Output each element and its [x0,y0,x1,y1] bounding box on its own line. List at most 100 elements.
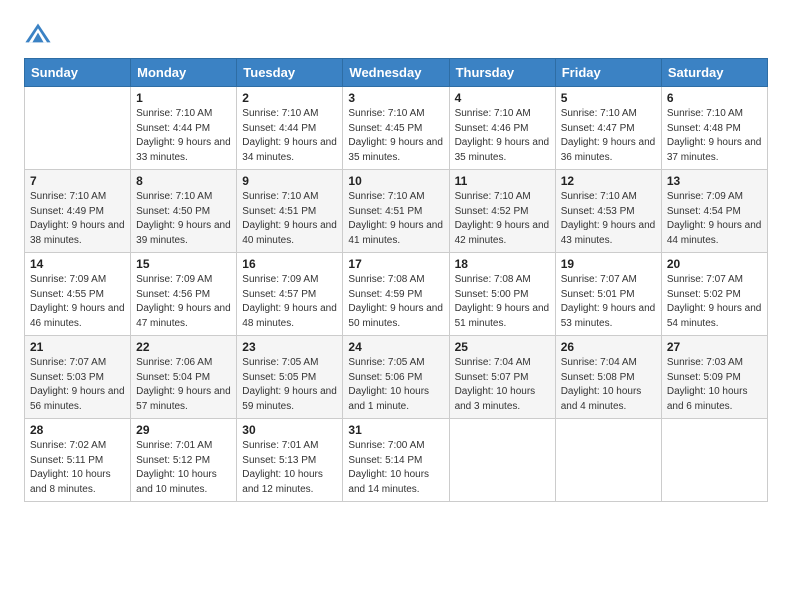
day-info: Sunrise: 7:09 AMSunset: 4:54 PMDaylight:… [667,190,762,248]
day-cell: 23 Sunrise: 7:05 AMSunset: 5:05 PMDayligh… [237,336,343,419]
day-cell: 16 Sunrise: 7:09 AMSunset: 4:57 PMDayligh… [237,253,343,336]
header-day-sunday: Sunday [25,59,131,87]
day-number: 7 [30,174,125,188]
day-cell: 29 Sunrise: 7:01 AMSunset: 5:12 PMDayligh… [131,419,237,502]
header [24,20,768,48]
week-row-1: 7 Sunrise: 7:10 AMSunset: 4:49 PMDaylight… [25,170,768,253]
day-cell: 19Sunrise: 7:07 AMSunset: 5:01 PMDayligh… [555,253,661,336]
day-number: 11 [455,174,550,188]
day-info: Sunrise: 7:08 AMSunset: 5:00 PMDaylight:… [455,273,550,331]
day-info: Sunrise: 7:10 AMSunset: 4:50 PMDaylight:… [136,190,231,248]
calendar-header: SundayMondayTuesdayWednesdayThursdayFrid… [25,59,768,87]
day-number: 6 [667,91,762,105]
day-number: 17 [348,257,443,271]
logo-icon [24,20,52,48]
day-info: Sunrise: 7:10 AMSunset: 4:44 PMDaylight:… [136,107,231,165]
day-number: 4 [455,91,550,105]
page: SundayMondayTuesdayWednesdayThursdayFrid… [0,0,792,522]
header-day-thursday: Thursday [449,59,555,87]
day-number: 31 [348,423,443,437]
day-cell: 18 Sunrise: 7:08 AMSunset: 5:00 PMDayligh… [449,253,555,336]
day-cell: 3Sunrise: 7:10 AMSunset: 4:45 PMDaylight… [343,87,449,170]
day-cell: 6 Sunrise: 7:10 AMSunset: 4:48 PMDaylight… [661,87,767,170]
day-info: Sunrise: 7:05 AMSunset: 5:05 PMDaylight:… [242,356,337,414]
day-info: Sunrise: 7:01 AMSunset: 5:13 PMDaylight:… [242,439,337,497]
day-number: 23 [242,340,337,354]
day-info: Sunrise: 7:03 AMSunset: 5:09 PMDaylight:… [667,356,762,414]
day-cell: 9Sunrise: 7:10 AMSunset: 4:51 PMDaylight… [237,170,343,253]
day-number: 24 [348,340,443,354]
day-info: Sunrise: 7:07 AMSunset: 5:02 PMDaylight:… [667,273,762,331]
week-row-0: 1 Sunrise: 7:10 AMSunset: 4:44 PMDaylight… [25,87,768,170]
header-day-friday: Friday [555,59,661,87]
header-day-wednesday: Wednesday [343,59,449,87]
day-info: Sunrise: 7:02 AMSunset: 5:11 PMDaylight:… [30,439,125,497]
day-info: Sunrise: 7:09 AMSunset: 4:57 PMDaylight:… [242,273,337,331]
day-cell: 13 Sunrise: 7:09 AMSunset: 4:54 PMDayligh… [661,170,767,253]
day-info: Sunrise: 7:09 AMSunset: 4:56 PMDaylight:… [136,273,231,331]
week-row-3: 21Sunrise: 7:07 AMSunset: 5:03 PMDayligh… [25,336,768,419]
day-cell: 11Sunrise: 7:10 AMSunset: 4:52 PMDayligh… [449,170,555,253]
day-cell: 8 Sunrise: 7:10 AMSunset: 4:50 PMDaylight… [131,170,237,253]
calendar-body: 1 Sunrise: 7:10 AMSunset: 4:44 PMDaylight… [25,87,768,502]
day-number: 5 [561,91,656,105]
day-info: Sunrise: 7:10 AMSunset: 4:49 PMDaylight:… [30,190,125,248]
day-cell: 14Sunrise: 7:09 AMSunset: 4:55 PMDayligh… [25,253,131,336]
day-cell: 4Sunrise: 7:10 AMSunset: 4:46 PMDaylight… [449,87,555,170]
day-number: 16 [242,257,337,271]
day-cell: 2 Sunrise: 7:10 AMSunset: 4:44 PMDaylight… [237,87,343,170]
day-number: 8 [136,174,231,188]
day-cell: 25Sunrise: 7:04 AMSunset: 5:07 PMDayligh… [449,336,555,419]
day-number: 2 [242,91,337,105]
day-cell: 26 Sunrise: 7:04 AMSunset: 5:08 PMDayligh… [555,336,661,419]
day-number: 22 [136,340,231,354]
day-number: 25 [455,340,550,354]
day-info: Sunrise: 7:10 AMSunset: 4:51 PMDaylight:… [242,190,337,248]
day-info: Sunrise: 7:04 AMSunset: 5:08 PMDaylight:… [561,356,656,414]
day-number: 13 [667,174,762,188]
logo [24,20,56,48]
day-info: Sunrise: 7:10 AMSunset: 4:47 PMDaylight:… [561,107,656,165]
day-info: Sunrise: 7:10 AMSunset: 4:48 PMDaylight:… [667,107,762,165]
day-cell: 24 Sunrise: 7:05 AMSunset: 5:06 PMDayligh… [343,336,449,419]
day-info: Sunrise: 7:09 AMSunset: 4:55 PMDaylight:… [30,273,125,331]
day-info: Sunrise: 7:10 AMSunset: 4:45 PMDaylight:… [348,107,443,165]
header-day-tuesday: Tuesday [237,59,343,87]
day-info: Sunrise: 7:01 AMSunset: 5:12 PMDaylight:… [136,439,231,497]
day-info: Sunrise: 7:10 AMSunset: 4:51 PMDaylight:… [348,190,443,248]
day-cell: 5 Sunrise: 7:10 AMSunset: 4:47 PMDaylight… [555,87,661,170]
header-row: SundayMondayTuesdayWednesdayThursdayFrid… [25,59,768,87]
day-number: 10 [348,174,443,188]
day-number: 26 [561,340,656,354]
calendar-table: SundayMondayTuesdayWednesdayThursdayFrid… [24,58,768,502]
day-cell: 28 Sunrise: 7:02 AMSunset: 5:11 PMDayligh… [25,419,131,502]
week-row-4: 28 Sunrise: 7:02 AMSunset: 5:11 PMDayligh… [25,419,768,502]
day-cell: 1 Sunrise: 7:10 AMSunset: 4:44 PMDaylight… [131,87,237,170]
week-row-2: 14Sunrise: 7:09 AMSunset: 4:55 PMDayligh… [25,253,768,336]
day-cell: 20 Sunrise: 7:07 AMSunset: 5:02 PMDayligh… [661,253,767,336]
day-info: Sunrise: 7:10 AMSunset: 4:53 PMDaylight:… [561,190,656,248]
day-number: 29 [136,423,231,437]
header-day-saturday: Saturday [661,59,767,87]
day-info: Sunrise: 7:08 AMSunset: 4:59 PMDaylight:… [348,273,443,331]
header-day-monday: Monday [131,59,237,87]
day-cell: 15Sunrise: 7:09 AMSunset: 4:56 PMDayligh… [131,253,237,336]
day-number: 1 [136,91,231,105]
day-cell: 27Sunrise: 7:03 AMSunset: 5:09 PMDayligh… [661,336,767,419]
day-number: 18 [455,257,550,271]
day-cell [25,87,131,170]
day-cell: 30 Sunrise: 7:01 AMSunset: 5:13 PMDayligh… [237,419,343,502]
day-number: 30 [242,423,337,437]
day-info: Sunrise: 7:10 AMSunset: 4:44 PMDaylight:… [242,107,337,165]
day-number: 21 [30,340,125,354]
day-cell: 12 Sunrise: 7:10 AMSunset: 4:53 PMDayligh… [555,170,661,253]
day-number: 28 [30,423,125,437]
day-info: Sunrise: 7:00 AMSunset: 5:14 PMDaylight:… [348,439,443,497]
day-number: 19 [561,257,656,271]
day-cell: 21Sunrise: 7:07 AMSunset: 5:03 PMDayligh… [25,336,131,419]
day-number: 20 [667,257,762,271]
day-info: Sunrise: 7:05 AMSunset: 5:06 PMDaylight:… [348,356,443,414]
day-cell: 10 Sunrise: 7:10 AMSunset: 4:51 PMDayligh… [343,170,449,253]
day-number: 12 [561,174,656,188]
day-cell [555,419,661,502]
